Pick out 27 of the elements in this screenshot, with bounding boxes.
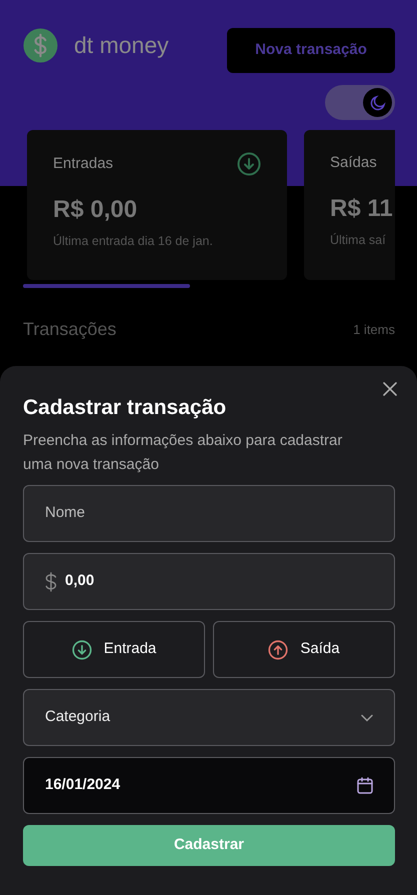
modal-title: Cadastrar transação: [23, 395, 228, 421]
card-amount: R$ 11: [330, 194, 394, 224]
card-title: Entradas: [53, 154, 114, 174]
price-field[interactable]: 0,00: [23, 553, 395, 610]
modal-description: Preencha as informações abaixo para cadastrar uma nova transação: [23, 431, 344, 475]
close-icon[interactable]: [383, 382, 399, 398]
moon-icon: [368, 94, 386, 112]
logo-dollar-icon: [23, 28, 58, 63]
theme-toggle[interactable]: [325, 85, 395, 120]
transaction-type-button[interactable]: Saída: [213, 621, 395, 678]
card-caption: Última saí: [330, 232, 387, 248]
arrow-down-circle-icon: [237, 152, 261, 176]
dollar-icon: [45, 572, 57, 592]
card-amount: R$ 0,00: [53, 195, 138, 225]
chevron-down-icon: [361, 714, 373, 722]
card-caption: Última entrada dia 16 de jan.: [53, 233, 214, 250]
logo-text: dt money: [74, 31, 169, 60]
transaction-type-button[interactable]: Entrada: [23, 621, 205, 678]
arrow-up-circle-icon: [268, 640, 288, 660]
date-field[interactable]: 16/01/2024: [23, 757, 395, 814]
item-count: 1 items: [353, 320, 395, 339]
arrow-down-circle-icon: [72, 640, 92, 660]
category-select[interactable]: Categoria: [23, 689, 395, 746]
calendar-icon: [357, 777, 373, 794]
section-title: Transações: [23, 318, 116, 341]
name-field[interactable]: Nome: [23, 485, 395, 542]
card-title: Saídas: [330, 153, 377, 173]
